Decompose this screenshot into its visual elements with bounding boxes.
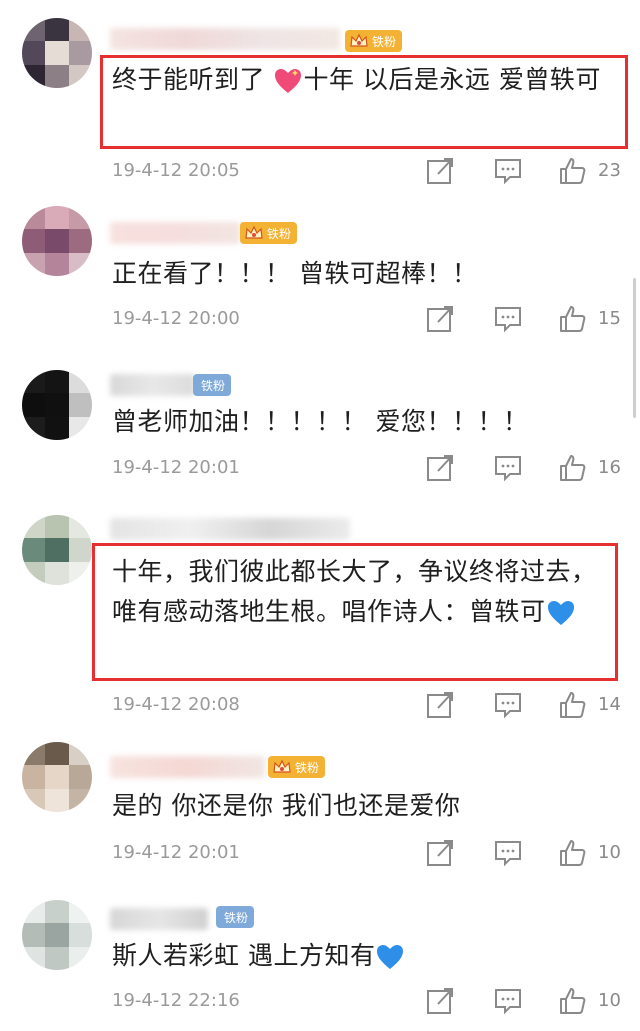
comment-text: 斯人若彩虹 遇上方知有: [112, 936, 616, 976]
timestamp: 19-4-12 22:16: [112, 990, 240, 1011]
timestamp: 19-4-12 20:00: [112, 308, 240, 329]
avatar[interactable]: [22, 18, 92, 88]
comment-meta: 19-4-12 20:08 14: [112, 690, 632, 720]
crown-icon: [273, 759, 291, 773]
comment-text: 曾老师加油！！！！！ 爱您！！！！: [112, 407, 529, 436]
share-icon[interactable]: [425, 453, 455, 483]
fan-badge: 铁粉: [345, 30, 403, 52]
like-count: 14: [598, 694, 621, 715]
thumbs-up-icon[interactable]: [558, 304, 588, 334]
like-count: 16: [598, 457, 621, 478]
username-redacted[interactable]: [110, 222, 240, 244]
fan-badge: 铁粉: [268, 756, 326, 778]
like-count: 10: [598, 842, 621, 863]
avatar[interactable]: [22, 206, 92, 276]
heart-sparkle-icon: [275, 69, 302, 93]
avatar[interactable]: [22, 370, 92, 440]
username-redacted[interactable]: [110, 374, 195, 396]
username-redacted[interactable]: [110, 28, 340, 50]
timestamp: 19-4-12 20:08: [112, 694, 240, 715]
comment-icon[interactable]: [493, 986, 523, 1016]
crown-icon: [245, 225, 263, 239]
username-redacted[interactable]: [110, 908, 208, 930]
like-count: 23: [598, 160, 621, 181]
comment-meta: 19-4-12 20:01 10: [112, 838, 632, 868]
thumbs-up-icon[interactable]: [558, 838, 588, 868]
fan-badge: 铁粉: [216, 906, 255, 928]
like-count: 15: [598, 308, 621, 329]
avatar[interactable]: [22, 515, 92, 585]
comment-meta: 19-4-12 22:16 10: [112, 986, 632, 1016]
comment-text: 终于能听到了 十年 以后是永远 爱曾轶可: [112, 65, 601, 94]
thumbs-up-icon[interactable]: [558, 986, 588, 1016]
comment-icon[interactable]: [493, 453, 523, 483]
fan-badge: 铁粉: [240, 222, 298, 244]
share-icon[interactable]: [425, 304, 455, 334]
thumbs-up-icon[interactable]: [558, 156, 588, 186]
share-icon[interactable]: [425, 838, 455, 868]
comment-meta: 19-4-12 20:00 15: [112, 304, 632, 334]
comment-text: 正在看了！！！ 曾轶可超棒！！: [112, 259, 478, 288]
comment-meta: 19-4-12 20:01 16: [112, 453, 632, 483]
comment-icon[interactable]: [493, 838, 523, 868]
comment-icon[interactable]: [493, 304, 523, 334]
blue-heart-icon: [547, 601, 574, 625]
fan-badge: 铁粉: [193, 374, 232, 396]
timestamp: 19-4-12 20:01: [112, 457, 240, 478]
username-redacted[interactable]: [110, 756, 265, 778]
avatar[interactable]: [22, 900, 92, 970]
like-count: 10: [598, 990, 621, 1011]
blue-heart-icon: [377, 945, 404, 969]
crown-icon: [350, 33, 368, 47]
avatar[interactable]: [22, 742, 92, 812]
timestamp: 19-4-12 20:05: [112, 160, 240, 181]
comment-text: 是的 你还是你 我们也还是爱你: [112, 791, 461, 820]
share-icon[interactable]: [425, 986, 455, 1016]
comment-icon[interactable]: [493, 156, 523, 186]
scrollbar[interactable]: [633, 278, 636, 418]
share-icon[interactable]: [425, 690, 455, 720]
username-redacted[interactable]: [110, 518, 350, 540]
thumbs-up-icon[interactable]: [558, 453, 588, 483]
comment-icon[interactable]: [493, 690, 523, 720]
comment-meta: 19-4-12 20:05 23: [112, 156, 632, 186]
comment-text: 十年，我们彼此都长大了，争议终将过去，唯有感动落地生根。唱作诗人：曾轶可: [112, 557, 597, 626]
thumbs-up-icon[interactable]: [558, 690, 588, 720]
timestamp: 19-4-12 20:01: [112, 842, 240, 863]
share-icon[interactable]: [425, 156, 455, 186]
